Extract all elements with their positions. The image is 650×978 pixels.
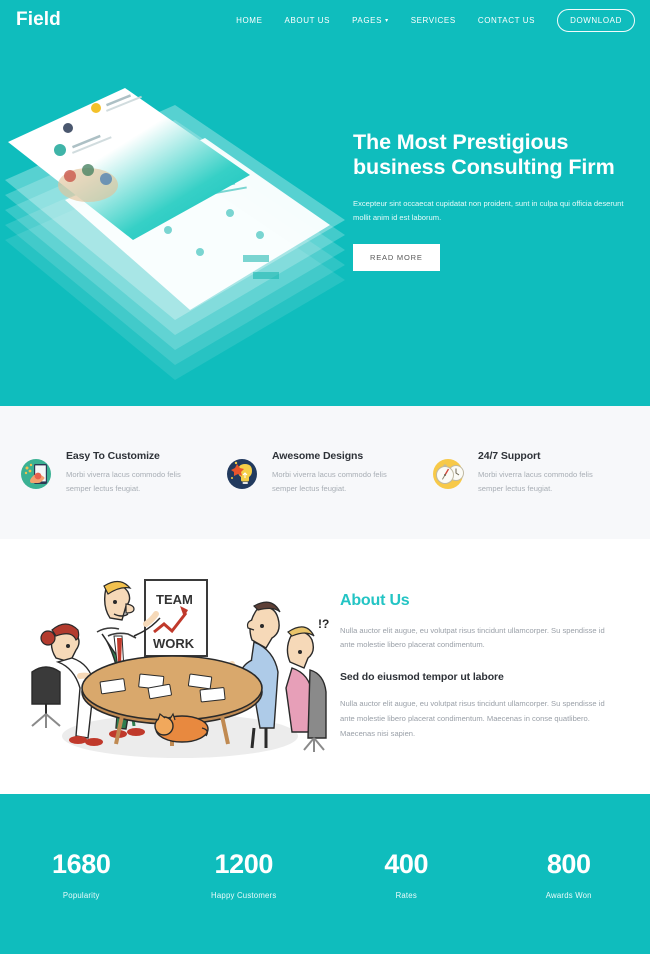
nav-item-about-us-label: ABOUT US [284, 15, 331, 25]
hero-title-line2: business Consulting Firm [353, 155, 615, 180]
site-logo[interactable]: Field [16, 9, 61, 31]
feature-title: 24/7 Support [478, 450, 541, 463]
hero-section: Field HOME ABOUT US PAGES ▾ SERVICES CON… [0, 0, 650, 406]
feature-card-easy-to-customize: Easy To Customize Morbi viverra lacus co… [16, 450, 222, 495]
about-illustration: TEAM WORK !? [31, 579, 329, 758]
flipchart-work-label: WORK [153, 636, 195, 651]
feature-title: Awesome Designs [272, 450, 364, 463]
feature-title: Easy To Customize [66, 450, 160, 463]
counter-number: 800 [546, 848, 591, 879]
flipchart-team-label: TEAM [156, 592, 193, 607]
nav-item-contact-us[interactable]: CONTACT US [478, 16, 535, 25]
lightbulb-idea-icon [227, 459, 257, 490]
feature-text: Morbi viverra lacus commodo felis semper… [478, 470, 593, 493]
nav-item-services[interactable]: SERVICES [411, 16, 456, 25]
chevron-down-icon: ▾ [385, 17, 389, 24]
counter-label: Awards Won [545, 890, 592, 900]
about-subtitle: Sed do eiusmod tempor ut labore [340, 671, 504, 684]
hero-copy: The Most Prestigious business Consulting… [353, 130, 628, 272]
read-more-button[interactable]: READ MORE [353, 244, 440, 272]
hand-tablet-icon [21, 459, 51, 490]
about-section: TEAM WORK !? About Us Nulla auctor elit … [0, 539, 650, 794]
feature-card-awesome-designs: Awesome Designs Morbi viverra lacus comm… [222, 450, 428, 495]
feature-card-24-7-support: 24/7 Support Morbi viverra lacus commodo… [428, 450, 634, 495]
nav-item-contact-us-label: CONTACT US [477, 15, 536, 25]
counter-awards-won: 800 Awards Won [488, 849, 650, 900]
about-paragraph-1: Nulla auctor elit augue, eu volutpat ris… [340, 625, 605, 650]
hero-illustration [5, 88, 345, 380]
counter-label: Happy Customers [211, 890, 277, 900]
counter-label: Rates [395, 890, 417, 900]
nav-item-about-us[interactable]: ABOUT US [285, 16, 331, 25]
feature-text: Morbi viverra lacus commodo felis semper… [66, 470, 181, 493]
about-paragraph-2: Nulla auctor elit augue, eu volutpat ris… [340, 699, 605, 738]
exclamation-question-marks: !? [318, 617, 329, 631]
nav-item-pages[interactable]: PAGES ▾ [352, 16, 389, 25]
counter-number: 1680 [52, 848, 111, 879]
counter-happy-customers: 1200 Happy Customers [163, 849, 326, 900]
nav-item-pages-label: PAGES [352, 15, 383, 25]
nav-item-services-label: SERVICES [410, 15, 456, 25]
hero-title: The Most Prestigious business Consulting… [353, 130, 628, 180]
counter-rates: 400 Rates [325, 849, 488, 900]
counter-label: Popularity [62, 890, 100, 900]
hero-title-line1: The Most Prestigious [353, 130, 569, 154]
nav-item-home[interactable]: HOME [236, 16, 262, 25]
counter-number: 400 [384, 848, 429, 879]
download-button[interactable]: DOWNLOAD [557, 8, 635, 32]
counter-popularity: 1680 Popularity [0, 849, 163, 900]
hero-subtitle: Excepteur sint occaecat cupidatat non pr… [353, 199, 624, 223]
counter-number: 1200 [214, 848, 274, 879]
nav-links: HOME ABOUT US PAGES ▾ SERVICES CONTACT U… [236, 8, 635, 32]
navbar: Field HOME ABOUT US PAGES ▾ SERVICES CON… [0, 0, 650, 40]
attendee-far-right-figure: !? [285, 617, 329, 752]
about-copy: About Us Nulla auctor elit augue, eu vol… [340, 592, 610, 742]
about-title: About Us [340, 591, 410, 609]
counters-section: 1680 Popularity 1200 Happy Customers 400… [0, 794, 650, 954]
stopwatch-clock-icon [433, 459, 464, 490]
nav-item-home-label: HOME [236, 15, 263, 25]
feature-text: Morbi viverra lacus commodo felis semper… [272, 470, 387, 493]
features-section: Easy To Customize Morbi viverra lacus co… [0, 406, 650, 539]
